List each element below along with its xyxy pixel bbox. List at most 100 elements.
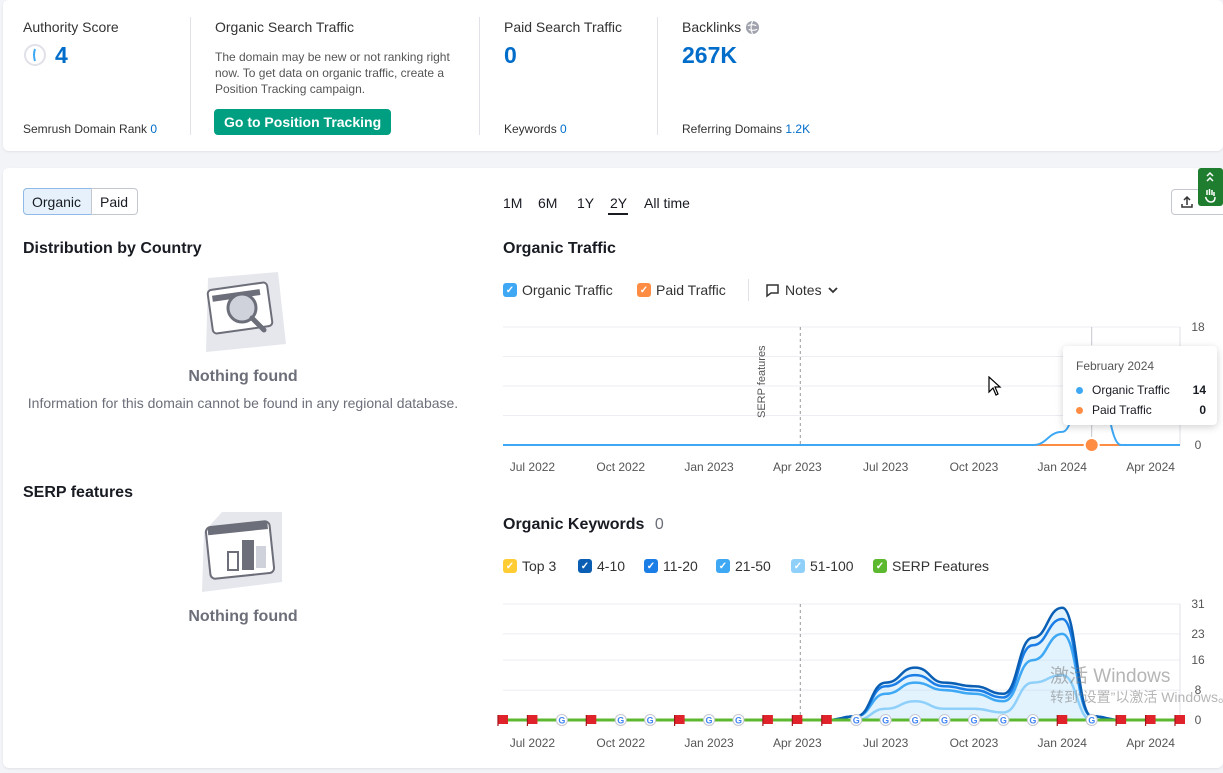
drag-handle-widget[interactable] — [1198, 168, 1223, 206]
range-6m[interactable]: 6M — [538, 195, 557, 211]
tooltip-row-organic: Organic Traffic 14 — [1076, 383, 1206, 397]
flag-marker-icon — [1115, 715, 1127, 726]
checkbox-checked-icon: ✓ — [578, 559, 592, 573]
google-update-icon: G — [850, 714, 863, 726]
backlinks-value[interactable]: 267K — [682, 42, 737, 69]
serp-empty-title: Nothing found — [188, 608, 298, 625]
legend-4-10[interactable]: ✓ 4-10 — [578, 556, 625, 576]
svg-text:G: G — [706, 716, 713, 726]
x-tick-label: Apr 2024 — [1126, 736, 1175, 750]
range-1m[interactable]: 1M — [503, 195, 522, 211]
authority-gauge-icon — [24, 44, 46, 66]
google-update-icon: G — [703, 714, 716, 726]
range-all-time[interactable]: All time — [644, 195, 690, 211]
legend-11-20[interactable]: ✓ 11-20 — [644, 556, 698, 576]
distribution-title: Distribution by Country — [23, 240, 202, 257]
x-tick-label: Jan 2024 — [1037, 460, 1087, 474]
referring-domains-label: Referring Domains 1.2K — [682, 122, 811, 136]
toggle-organic[interactable]: Organic — [23, 188, 92, 215]
note-icon — [766, 283, 779, 297]
google-update-icon: G — [614, 714, 627, 726]
svg-text:G: G — [617, 716, 624, 726]
authority-score-value[interactable]: 4 — [55, 42, 68, 69]
paid-traffic-label: Paid Search Traffic — [504, 19, 623, 35]
legend-top-3[interactable]: ✓ Top 3 — [503, 556, 556, 576]
paid-keywords-label: Keywords 0 — [504, 122, 567, 136]
svg-text:G: G — [882, 716, 889, 726]
google-update-icon: G — [1026, 714, 1039, 726]
windows-watermark-title: 激活 Windows — [1050, 666, 1171, 687]
y-tick-label: 0 — [1195, 438, 1202, 452]
flag-marker-icon — [1056, 715, 1068, 726]
divider — [657, 17, 658, 135]
x-tick-label: Apr 2024 — [1126, 460, 1175, 474]
toggle-paid[interactable]: Paid — [91, 188, 138, 215]
range-1y[interactable]: 1Y — [577, 195, 594, 211]
x-tick-label: Jan 2023 — [684, 736, 734, 750]
paid-keywords-value[interactable]: 0 — [560, 122, 567, 136]
x-tick-label: Jul 2023 — [862, 736, 909, 750]
svg-text:G: G — [735, 716, 742, 726]
legend-organic-traffic[interactable]: ✓ Organic Traffic — [503, 280, 613, 300]
legend-51-100[interactable]: ✓ 51-100 — [791, 556, 854, 576]
referring-domains-value[interactable]: 1.2K — [785, 122, 810, 136]
y-tick-label: 31 — [1191, 597, 1205, 611]
magnifier-document-icon — [206, 272, 286, 352]
position-tracking-button[interactable]: Go to Position Tracking — [214, 109, 392, 135]
authority-score-label: Authority Score — [23, 19, 119, 35]
x-tick-label: Oct 2023 — [949, 736, 999, 750]
divider — [190, 17, 191, 135]
y-tick-label: 16 — [1191, 653, 1205, 667]
checkbox-checked-icon: ✓ — [503, 283, 517, 297]
x-tick-label: Apr 2023 — [772, 460, 822, 474]
serp-features-title: SERP features — [23, 484, 133, 501]
flag-marker-icon — [585, 715, 597, 726]
traffic-x-axis: Jul 2022 Oct 2022 Jan 2023 Apr 2023 Jul 2023… — [0, 460, 1223, 476]
chevron-down-icon — [827, 287, 838, 294]
organic-keywords-count: 0 — [654, 516, 664, 533]
range-2y[interactable]: 2Y — [610, 195, 627, 211]
x-tick-label: Jul 2022 — [509, 736, 556, 750]
checkbox-checked-icon: ✓ — [791, 559, 805, 573]
tooltip-dot — [1076, 406, 1083, 414]
paid-traffic-value[interactable]: 0 — [504, 42, 517, 69]
serp-features-annotation[interactable]: SERP features — [756, 345, 768, 418]
flag-marker-icon — [497, 715, 508, 726]
domain-rank-value[interactable]: 0 — [150, 122, 157, 136]
checkbox-checked-icon: ✓ — [716, 559, 730, 573]
distribution-empty-title: Nothing found — [188, 368, 298, 385]
collapse-icon — [1206, 171, 1214, 182]
y-tick-label: 18 — [1191, 320, 1205, 334]
svg-text:G: G — [970, 716, 977, 726]
google-update-icon: G — [909, 714, 922, 726]
distribution-empty-text: Information for this domain cannot be fo… — [27, 395, 459, 411]
tooltip-row-paid: Paid Traffic 0 — [1076, 403, 1206, 417]
tooltip-date: February 2024 — [1076, 359, 1155, 373]
chart-tooltip: February 2024 Organic Traffic 14 Paid Tr… — [1063, 346, 1217, 425]
google-update-icon: G — [555, 714, 568, 726]
svg-text:G: G — [558, 716, 565, 726]
notes-dropdown[interactable]: Notes — [765, 280, 839, 300]
x-tick-label: Oct 2023 — [949, 460, 999, 474]
y-tick-label: 0 — [1195, 713, 1202, 727]
hover-point — [1083, 437, 1100, 453]
globe-icon[interactable] — [745, 20, 760, 35]
legend-serp-features[interactable]: ✓ SERP Features — [873, 556, 989, 576]
domain-rank-label: Semrush Domain Rank 0 — [23, 122, 158, 136]
svg-text:G: G — [941, 716, 948, 726]
checkbox-checked-icon: ✓ — [873, 559, 887, 573]
svg-text:G: G — [912, 716, 919, 726]
legend-21-50[interactable]: ✓ 21-50 — [716, 556, 771, 576]
mouse-cursor-icon — [988, 376, 1002, 396]
flag-marker-icon — [821, 715, 832, 726]
google-update-icon: G — [644, 714, 657, 726]
x-tick-label: Apr 2023 — [772, 736, 822, 750]
x-tick-label: Jan 2024 — [1037, 736, 1087, 750]
divider — [748, 279, 749, 301]
svg-text:G: G — [1029, 716, 1036, 726]
legend-paid-traffic[interactable]: ✓ Paid Traffic — [637, 280, 726, 300]
google-update-icon: G — [732, 714, 745, 726]
flag-marker-icon — [791, 715, 803, 726]
flag-marker-icon — [1174, 715, 1185, 726]
flag-marker-icon — [526, 715, 538, 726]
